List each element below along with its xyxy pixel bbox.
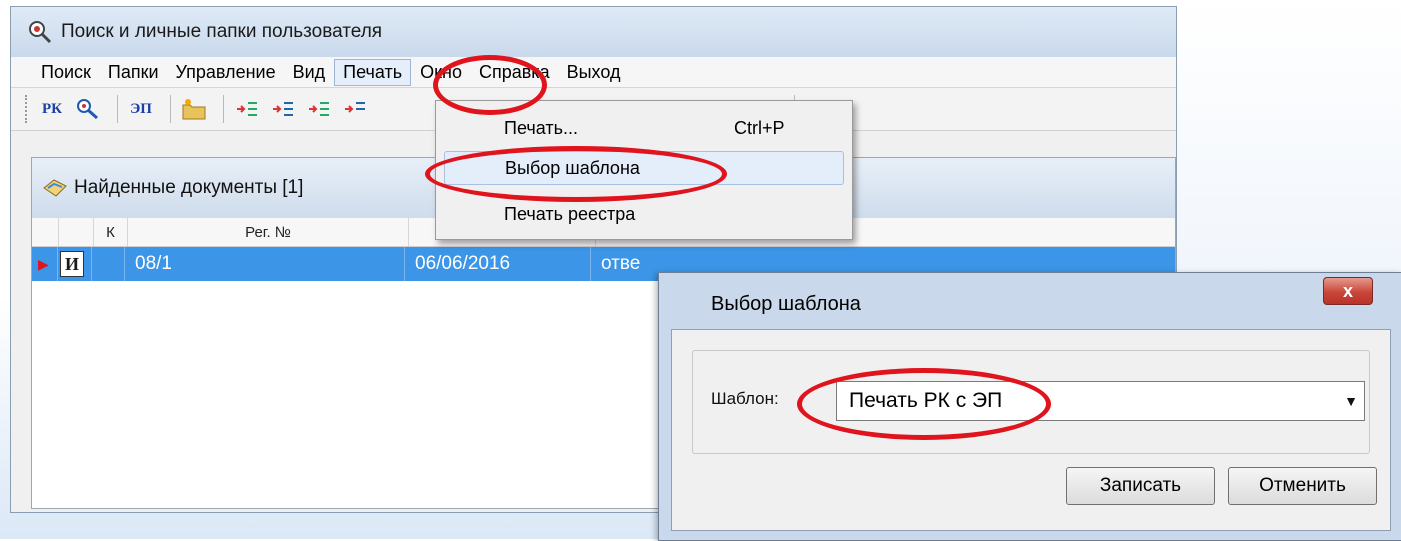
header-indicator — [32, 218, 59, 246]
title-bar: Поиск и личные папки пользователя — [11, 7, 1176, 57]
template-label: Шаблон: — [711, 389, 779, 408]
menu-search[interactable]: Поиск — [33, 60, 99, 85]
row-k — [92, 247, 125, 281]
dialog-body: Шаблон: Печать РК с ЭП ▼ Записать Отмени… — [671, 329, 1391, 531]
rk-icon: РК — [41, 100, 63, 117]
arrow-list-icon — [273, 102, 293, 116]
move-button-1[interactable] — [232, 94, 262, 124]
rk-button[interactable]: РК — [37, 94, 67, 124]
highlight-print-menu — [433, 55, 547, 115]
close-icon: x — [1342, 280, 1353, 301]
toolbar-grip — [25, 95, 31, 123]
row-date: 06/06/2016 — [405, 247, 591, 281]
menu-item-print-register-label: Печать реестра — [504, 203, 636, 224]
document-type-icon: И — [60, 251, 84, 277]
row-pointer-icon: ▶ — [38, 255, 49, 272]
new-folder-button[interactable] — [179, 94, 209, 124]
toolbar-separator — [117, 95, 118, 123]
move-button-2[interactable] — [268, 94, 298, 124]
dialog-close-button[interactable]: x — [1323, 277, 1373, 305]
row-reg-no: 08/1 — [125, 247, 405, 281]
menu-item-print[interactable]: Печать... Ctrl+P — [444, 111, 844, 145]
search-person-icon — [77, 99, 98, 120]
window-title: Поиск и личные папки пользователя — [61, 21, 383, 42]
row-indicator: ▶ — [32, 247, 58, 281]
highlight-template-value — [797, 368, 1051, 440]
column-reg-no[interactable]: Рег. № — [128, 218, 409, 246]
header-type — [59, 218, 94, 246]
menu-view[interactable]: Вид — [285, 60, 334, 85]
arrow-list-icon — [309, 102, 329, 116]
ep-button[interactable]: ЭП — [126, 94, 156, 124]
dialog-title: Выбор шаблона — [711, 293, 861, 315]
save-button[interactable]: Записать — [1066, 467, 1215, 505]
menu-bar: Поиск Папки Управление Вид Печать Окно С… — [11, 57, 1176, 88]
arrow-list-icon — [237, 102, 257, 116]
move-button-4[interactable] — [340, 94, 370, 124]
new-folder-icon — [182, 99, 206, 120]
ep-icon: ЭП — [130, 100, 152, 117]
chevron-down-icon[interactable]: ▼ — [1338, 393, 1364, 409]
menu-folders[interactable]: Папки — [100, 60, 167, 85]
menu-print[interactable]: Печать — [334, 58, 412, 86]
row-type: И — [58, 247, 92, 281]
documents-icon — [43, 179, 67, 197]
toolbar-separator — [170, 95, 171, 123]
menu-item-print-label: Печать... — [504, 117, 578, 138]
cancel-button[interactable]: Отменить — [1228, 467, 1377, 505]
search-person-button[interactable] — [73, 94, 103, 124]
menu-exit[interactable]: Выход — [559, 60, 629, 85]
menu-manage[interactable]: Управление — [168, 60, 284, 85]
menu-item-print-register[interactable]: Печать реестра — [444, 197, 844, 231]
arrow-list-icon — [345, 102, 365, 113]
highlight-choose-template — [425, 146, 727, 202]
menu-item-print-shortcut: Ctrl+P — [734, 117, 785, 138]
move-button-3[interactable] — [304, 94, 334, 124]
column-k[interactable]: К — [94, 218, 128, 246]
panel-title: Найденные документы [1] — [74, 177, 304, 198]
toolbar-separator — [223, 95, 224, 123]
search-folders-icon — [29, 21, 52, 44]
